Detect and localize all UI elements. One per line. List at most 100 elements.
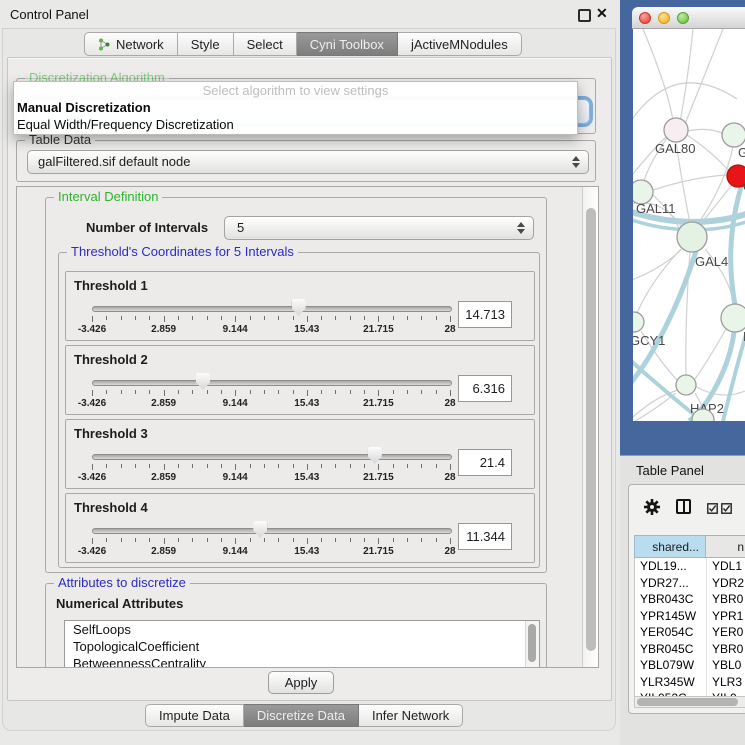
select-all-checkbox-icon[interactable] <box>707 503 718 514</box>
tick-label: 15.43 <box>294 324 319 335</box>
slider-track[interactable] <box>92 454 452 460</box>
tab-label: jActiveMNodules <box>411 37 508 52</box>
threshold-value-field[interactable]: 11.344 <box>458 523 512 550</box>
node-gal11-label: GAL11 <box>636 201 676 216</box>
algorithm-placeholder-item: Select algorithm to view settings <box>14 82 577 99</box>
table-header-cell[interactable]: shared... <box>634 535 706 558</box>
tick-label: 21.715 <box>363 546 394 557</box>
node-top-right[interactable] <box>722 123 745 147</box>
algorithm-option[interactable]: Manual Discretization <box>14 99 577 116</box>
node-gal80[interactable] <box>664 118 688 142</box>
table-row[interactable]: YBR043CYBR0 <box>635 591 745 608</box>
attribute-item[interactable]: BetweennessCentrality <box>65 655 539 668</box>
tab-jactivemnodules[interactable]: jActiveMNodules <box>398 32 522 56</box>
tab-select[interactable]: Select <box>234 32 297 56</box>
gear-icon[interactable] <box>643 498 661 516</box>
table-row[interactable]: YER054CYER0 <box>635 624 745 641</box>
table-data-combobox[interactable]: galFiltered.sif default node <box>27 150 589 174</box>
tab-network[interactable]: Network <box>84 32 178 56</box>
attribute-list-scrollbar[interactable] <box>525 621 539 668</box>
tick-label: 2.859 <box>151 472 176 483</box>
node-gcy1-label: GCY1 <box>633 333 665 348</box>
slider-thumb[interactable] <box>253 521 267 538</box>
table-header-cell[interactable]: n <box>706 535 745 558</box>
select-column-checkbox-icon[interactable] <box>721 503 732 514</box>
network-edge[interactable] <box>698 147 733 224</box>
table-row[interactable]: YDL19...YDL1 <box>635 558 745 575</box>
attribute-item[interactable]: SelfLoops <box>65 621 539 638</box>
table-row[interactable]: YLR345WYLR3 <box>635 674 745 691</box>
network-window-titlebar[interactable] <box>632 7 745 29</box>
threshold-value-field[interactable]: 6.316 <box>458 375 512 402</box>
network-graph[interactable]: GAL80GCGAL11GAL4GCY1HHAP2 <box>633 29 745 421</box>
table-data-combobox-value: galFiltered.sif default node <box>38 151 190 173</box>
network-edge[interactable] <box>633 250 681 281</box>
table-panel-title: Table Panel <box>636 463 704 478</box>
table-row[interactable]: YDR27...YDR2 <box>635 575 745 592</box>
slider-thumb[interactable] <box>196 373 210 390</box>
split-columns-icon[interactable] <box>676 499 691 514</box>
tick-label: 28 <box>444 472 455 483</box>
tick-label: 9.144 <box>223 472 248 483</box>
threshold-coordinates-group: Threshold's Coordinates for 5 Intervals … <box>58 252 540 568</box>
network-edge[interactable] <box>688 129 722 133</box>
network-edge[interactable] <box>643 29 673 121</box>
tab-cyni-toolbox[interactable]: Cyni Toolbox <box>297 32 398 56</box>
minimize-traffic-light-icon[interactable] <box>658 12 670 24</box>
threshold-value-field[interactable]: 14.713 <box>458 301 512 328</box>
table-row[interactable]: YBR045CYBR0 <box>635 641 745 658</box>
close-icon[interactable]: ✕ <box>596 5 608 22</box>
network-edge[interactable] <box>653 175 727 190</box>
slider-thumb[interactable] <box>368 447 382 464</box>
table-cell: YBR043C <box>635 591 707 608</box>
number-of-intervals-combobox[interactable]: 5 <box>224 216 534 240</box>
slider-thumb[interactable] <box>292 299 306 316</box>
settings-scrollbar-thumb[interactable] <box>586 208 596 651</box>
float-window-icon[interactable] <box>578 9 591 22</box>
attribute-items: SelfLoopsTopologicalCoefficientBetweenne… <box>65 621 539 668</box>
settings-vertical-scrollbar[interactable] <box>582 187 599 667</box>
table-scrollbar-thumb[interactable] <box>637 698 738 706</box>
threshold-label: Threshold 2 <box>74 352 148 367</box>
tick-label: 28 <box>444 546 455 557</box>
zoom-traffic-light-icon[interactable] <box>677 12 689 24</box>
slider-track[interactable] <box>92 380 452 386</box>
tab-label: Select <box>247 37 283 52</box>
table-row[interactable]: YPR145WYPR1 <box>635 608 745 625</box>
table-row[interactable]: YBL079WYBL0 <box>635 657 745 674</box>
slider-track[interactable] <box>92 528 452 534</box>
network-edge[interactable] <box>685 29 723 124</box>
threshold-value-field[interactable]: 21.4 <box>458 449 512 476</box>
tab-infer-network[interactable]: Infer Network <box>359 704 463 727</box>
node-gal4[interactable] <box>677 222 707 252</box>
settings-scroll-pane: Interval Definition Number of Intervals … <box>16 186 599 668</box>
network-canvas[interactable]: GAL80GCGAL11GAL4GCY1HHAP2 <box>633 29 745 421</box>
attribute-list-scrollbar-thumb[interactable] <box>528 624 536 662</box>
numerical-attributes-list: SelfLoopsTopologicalCoefficientBetweenne… <box>64 620 540 668</box>
table-cell: YDR2 <box>707 575 745 592</box>
tick-label: 2.859 <box>151 546 176 557</box>
tab-impute-data[interactable]: Impute Data <box>145 704 244 727</box>
table-horizontal-scrollbar[interactable] <box>634 696 745 708</box>
close-traffic-light-icon[interactable] <box>639 12 651 24</box>
network-edge[interactable] <box>695 386 745 395</box>
control-panel-titlebar: Control Panel ✕ <box>0 0 618 28</box>
attribute-item[interactable]: TopologicalCoefficient <box>65 638 539 655</box>
tab-style[interactable]: Style <box>178 32 234 56</box>
number-of-intervals-label: Number of Intervals <box>86 220 208 235</box>
node-h[interactable] <box>721 304 745 332</box>
control-panel-title: Control Panel <box>10 7 89 22</box>
tab-discretize-data[interactable]: Discretize Data <box>244 704 359 727</box>
slider-track[interactable] <box>92 306 452 312</box>
threshold-coordinates-title: Threshold's Coordinates for 5 Intervals <box>67 245 298 259</box>
attributes-group: Attributes to discretize Numerical Attri… <box>45 583 547 668</box>
network-icon <box>98 38 111 51</box>
threshold-panel-2: Threshold 2-3.4262.8599.14415.4321.71528… <box>65 345 535 415</box>
number-of-intervals-value: 5 <box>237 217 244 239</box>
algorithm-option[interactable]: Equal Width/Frequency Discretization <box>14 116 577 133</box>
node-hap2[interactable] <box>676 375 696 395</box>
node-gcy1[interactable] <box>633 312 644 332</box>
tick-label: 28 <box>444 398 455 409</box>
apply-button[interactable]: Apply <box>268 671 334 694</box>
node-gal4-label: GAL4 <box>695 254 728 269</box>
